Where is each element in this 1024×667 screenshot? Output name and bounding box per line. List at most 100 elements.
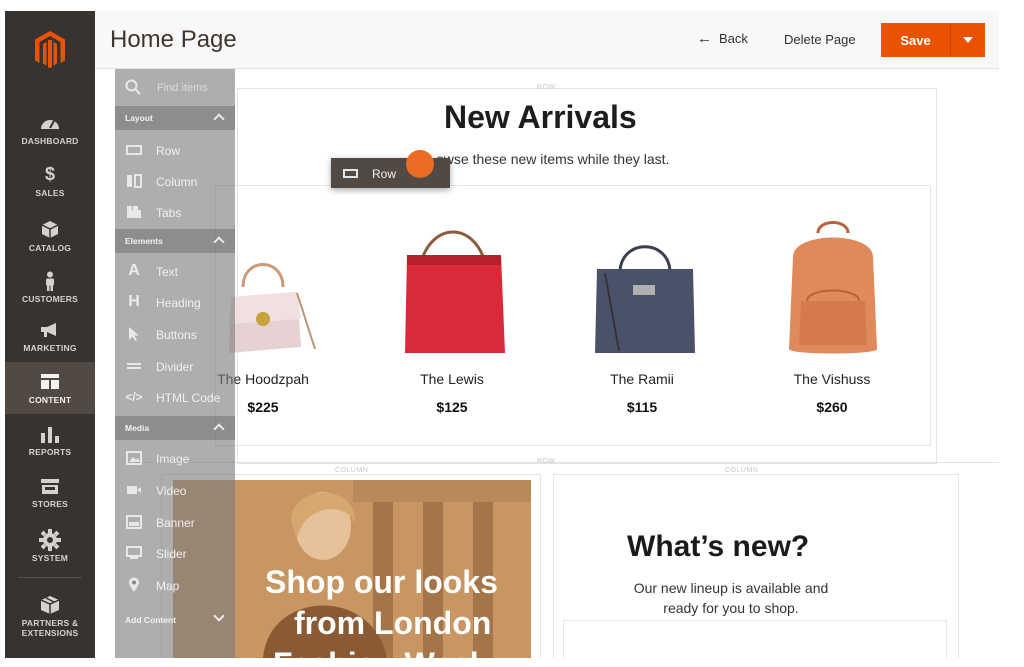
- builder-item-label: Banner: [156, 516, 195, 530]
- new-arrivals-subtitle[interactable]: owse these new items while they last.: [436, 151, 669, 167]
- row-label: ROW: [537, 84, 556, 91]
- builder-item-text[interactable]: A Text: [115, 256, 235, 286]
- chevron-up-icon: [213, 423, 225, 435]
- builder-item-label: Column: [156, 175, 198, 189]
- chevron-down-icon: [213, 610, 225, 622]
- page-title: Home Page: [110, 26, 237, 53]
- section-title: Add Content: [125, 615, 176, 625]
- megaphone-icon: [39, 320, 61, 340]
- row-icon: [343, 169, 358, 178]
- admin-sidebar: DASHBOARD $ SALES CATALOG CUSTOMERS MARK…: [5, 11, 95, 658]
- nav-item-content[interactable]: CONTENT: [5, 362, 95, 414]
- builder-item-label: HTML Code: [156, 391, 221, 405]
- bag-lewis-image: [405, 230, 505, 353]
- nav-item-sales[interactable]: $ SALES: [5, 155, 95, 207]
- builder-item-label: Heading: [156, 296, 201, 310]
- promo-headline-line: Shop our looks: [265, 564, 498, 600]
- page-root: DASHBOARD $ SALES CATALOG CUSTOMERS MARK…: [0, 0, 1024, 667]
- save-split-button: Save: [881, 23, 985, 57]
- builder-item-label: Buttons: [156, 328, 197, 342]
- builder-item-video[interactable]: Video: [115, 475, 235, 505]
- product-name: The Ramii: [610, 371, 674, 387]
- gear-icon: [39, 528, 61, 551]
- section-add-content-header[interactable]: Add Content: [115, 607, 235, 631]
- nav-label-marketing: MARKETING: [23, 342, 77, 353]
- page-builder-panel: Find items Layout Row Column Tabs Elemen…: [115, 69, 235, 658]
- product-price: $125: [436, 399, 468, 415]
- nav-item-stores[interactable]: STORES: [5, 466, 95, 518]
- nav-label-reports: REPORTS: [28, 446, 72, 457]
- dollar-icon: $: [44, 164, 55, 184]
- delete-page-button[interactable]: Delete Page: [784, 32, 856, 47]
- save-button[interactable]: Save: [881, 23, 950, 57]
- search-input[interactable]: Find items: [157, 82, 208, 94]
- builder-search[interactable]: Find items: [115, 69, 235, 105]
- chevron-up-icon: [213, 236, 225, 248]
- section-title: Media: [125, 423, 150, 433]
- nav-item-dashboard[interactable]: DASHBOARD: [5, 103, 95, 155]
- drag-cursor-indicator: [406, 150, 434, 178]
- whats-new-text-line[interactable]: ready for you to shop.: [615, 600, 847, 616]
- bag-vishuss-image: [789, 221, 877, 354]
- back-label: Back: [719, 31, 748, 46]
- nav-label-stores: STORES: [32, 498, 68, 509]
- whats-new-text-line[interactable]: Our new lineup is available and: [615, 580, 847, 596]
- builder-item-label: Tabs: [156, 206, 182, 220]
- builder-item-row[interactable]: Row: [115, 135, 235, 165]
- divider-icon: [125, 358, 143, 374]
- button-container[interactable]: [563, 620, 947, 658]
- nav-label-content: CONTENT: [28, 394, 72, 405]
- builder-item-tabs[interactable]: Tabs: [115, 197, 235, 227]
- builder-item-divider[interactable]: Divider: [115, 351, 235, 381]
- slider-icon: [125, 545, 143, 561]
- nav-item-catalog[interactable]: CATALOG: [5, 210, 95, 262]
- save-dropdown-toggle[interactable]: [951, 23, 985, 57]
- row-divider: [135, 462, 999, 463]
- section-title: Elements: [125, 236, 163, 246]
- builder-item-banner[interactable]: Banner: [115, 507, 235, 537]
- bar-chart-icon: [39, 424, 61, 444]
- column-label: COLUMN: [335, 467, 369, 474]
- column-label: COLUMN: [725, 467, 759, 474]
- nav-item-system[interactable]: SYSTEM: [5, 520, 95, 572]
- builder-item-buttons[interactable]: Buttons: [115, 319, 235, 349]
- builder-item-label: Divider: [156, 360, 194, 374]
- builder-item-html-code[interactable]: </> HTML Code: [115, 382, 235, 412]
- code-icon: </>: [125, 390, 143, 404]
- builder-item-heading[interactable]: H Heading: [115, 287, 235, 317]
- column-icon: [125, 173, 143, 189]
- builder-item-image[interactable]: Image: [115, 443, 235, 473]
- nav-item-marketing[interactable]: MARKETING: [5, 310, 95, 362]
- builder-item-map[interactable]: Map: [115, 570, 235, 600]
- dragged-row-label: Row: [372, 167, 397, 181]
- section-layout-header[interactable]: Layout: [115, 106, 235, 130]
- heading-icon: H: [128, 293, 140, 310]
- builder-item-slider[interactable]: Slider: [115, 538, 235, 568]
- new-arrivals-heading[interactable]: New Arrivals: [444, 99, 637, 136]
- person-icon: [39, 271, 61, 291]
- page-header: Home Page ← Back Delete Page Save: [95, 11, 999, 69]
- nav-item-customers[interactable]: CUSTOMERS: [5, 261, 95, 313]
- builder-item-column[interactable]: Column: [115, 166, 235, 196]
- builder-item-label: Video: [156, 484, 187, 498]
- nav-label-catalog: CATALOG: [28, 242, 72, 253]
- whats-new-heading[interactable]: What’s new?: [627, 530, 809, 564]
- bag-ramii-image: [595, 245, 695, 353]
- nav-item-partners-extensions[interactable]: PARTNERS & EXTENSIONS: [5, 585, 95, 647]
- nav-label-sales: SALES: [35, 187, 65, 198]
- back-button[interactable]: ← Back: [697, 31, 748, 46]
- box-icon: [39, 595, 61, 615]
- promo-headline-line: from London: [294, 605, 492, 641]
- cube-icon: [39, 220, 61, 240]
- nav-item-reports[interactable]: REPORTS: [5, 414, 95, 466]
- search-icon: [125, 79, 141, 95]
- section-media-header[interactable]: Media: [115, 416, 235, 440]
- chevron-up-icon: [213, 113, 225, 125]
- section-elements-header[interactable]: Elements: [115, 229, 235, 253]
- product-price: $260: [816, 399, 848, 415]
- arrow-left-icon: ←: [697, 30, 712, 47]
- tabs-icon: [125, 204, 143, 220]
- nav-label-partners-extensions: PARTNERS & EXTENSIONS: [21, 617, 79, 638]
- magento-logo-icon[interactable]: [5, 11, 95, 89]
- image-icon: [125, 450, 143, 466]
